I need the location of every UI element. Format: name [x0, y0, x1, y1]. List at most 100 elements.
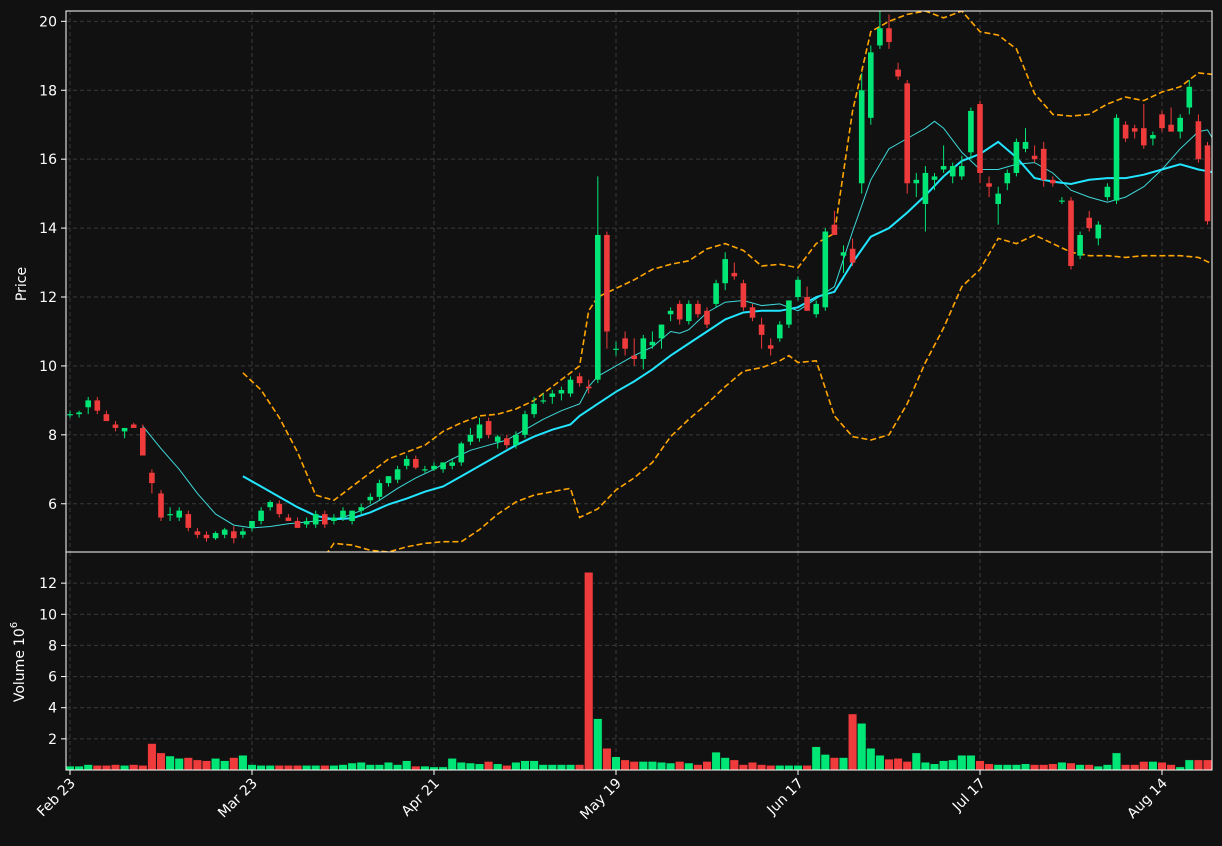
candle-body — [968, 110, 974, 153]
candle-body — [531, 403, 537, 415]
candle-body — [221, 529, 228, 535]
candle-body — [167, 514, 173, 516]
volume-bar — [529, 760, 539, 770]
candle-body — [130, 424, 137, 428]
volume-bar — [1130, 764, 1140, 770]
volume-bar — [1184, 759, 1194, 770]
candle-body — [1150, 135, 1156, 139]
candle-body — [513, 434, 519, 446]
volume-tick-label: 10 — [39, 607, 57, 623]
volume-bar — [329, 765, 339, 770]
candle-body — [858, 90, 865, 184]
volume-bar — [447, 758, 457, 770]
volume-bar — [820, 754, 830, 770]
candle-body — [613, 348, 619, 350]
volume-axis-label-exponent: 6 — [9, 622, 20, 628]
candle-body — [1050, 179, 1056, 184]
candle-body — [504, 438, 510, 446]
volume-bar — [365, 764, 375, 770]
volume-bar — [929, 763, 940, 770]
candle-body — [877, 28, 883, 46]
volume-bar — [556, 764, 566, 770]
candle-body — [303, 520, 310, 525]
candle-body — [886, 28, 892, 43]
candle-body — [977, 104, 983, 173]
volume-bar — [1057, 761, 1067, 770]
volume-bar — [129, 764, 139, 770]
candle-body — [1095, 224, 1102, 239]
candle-body — [640, 338, 647, 360]
volume-bar — [147, 743, 157, 770]
volume-bar — [493, 763, 503, 770]
candle-body — [595, 234, 601, 380]
candle-body — [413, 458, 419, 468]
candle-body — [1059, 200, 1065, 202]
volume-bar — [456, 761, 466, 770]
volume-bar — [1084, 764, 1094, 770]
volume-bar — [811, 746, 821, 770]
chart-svg: 68101214161820 Price 24681012 Volume106 … — [0, 0, 1222, 842]
candle-body — [203, 534, 210, 539]
candle-body — [622, 338, 628, 349]
candle-body — [185, 514, 192, 528]
candle-body — [322, 514, 328, 525]
candle-body — [631, 355, 637, 360]
volume-bar — [356, 761, 366, 770]
candle-body — [67, 414, 73, 416]
candle-body — [194, 531, 201, 535]
volume-bar — [101, 765, 111, 770]
volume-bar — [247, 764, 257, 770]
volume-bar — [838, 757, 849, 770]
price-tick-label: 20 — [39, 14, 57, 30]
candle-body — [667, 310, 674, 315]
volume-bar — [702, 761, 712, 770]
candle-body — [294, 520, 301, 528]
volume-bar — [1011, 764, 1021, 770]
volume-bar — [292, 765, 303, 770]
candle-body — [1086, 217, 1092, 229]
volume-bar — [1157, 761, 1167, 770]
candle-body — [1159, 114, 1165, 129]
volume-bar — [1148, 761, 1158, 770]
candle-body — [358, 507, 364, 511]
candle-body — [868, 52, 874, 118]
volume-bar — [893, 758, 903, 770]
volume-bar — [283, 765, 293, 770]
volume-bar — [1020, 763, 1031, 770]
candle-body — [158, 493, 164, 518]
volume-bar — [948, 759, 958, 770]
candle-body — [94, 400, 101, 411]
candle-body — [549, 393, 556, 397]
volume-bar — [638, 761, 648, 770]
price-tick-label: 10 — [39, 359, 57, 375]
candle-body — [349, 510, 355, 521]
candle-body — [1022, 141, 1029, 149]
candle-body — [249, 520, 255, 528]
candle-body — [931, 176, 938, 180]
candle-body — [904, 83, 910, 184]
volume-bar — [675, 761, 685, 770]
candle-body — [576, 376, 583, 384]
candle-body — [258, 510, 264, 521]
candle-body — [140, 427, 146, 456]
candle-body — [458, 443, 465, 463]
volume-bar — [884, 758, 894, 770]
candle-body — [949, 166, 956, 177]
volume-axis-label: Volume 106 — [9, 622, 28, 702]
candle-body — [76, 412, 82, 415]
candle-body — [1013, 141, 1020, 173]
candle-body — [467, 434, 474, 442]
price-tick-label: 14 — [39, 221, 57, 237]
candle-body — [449, 462, 455, 466]
candle-body — [476, 424, 483, 439]
candle-body — [695, 303, 701, 315]
volume-bar — [620, 759, 630, 770]
volume-bar — [229, 757, 239, 770]
volume-bar — [757, 764, 767, 770]
volume-bar — [793, 765, 803, 770]
candle-body — [1168, 124, 1174, 132]
volume-bar — [138, 765, 148, 770]
volume-bar — [957, 754, 967, 770]
candle-body — [704, 310, 710, 325]
chart-background — [0, 0, 1222, 842]
